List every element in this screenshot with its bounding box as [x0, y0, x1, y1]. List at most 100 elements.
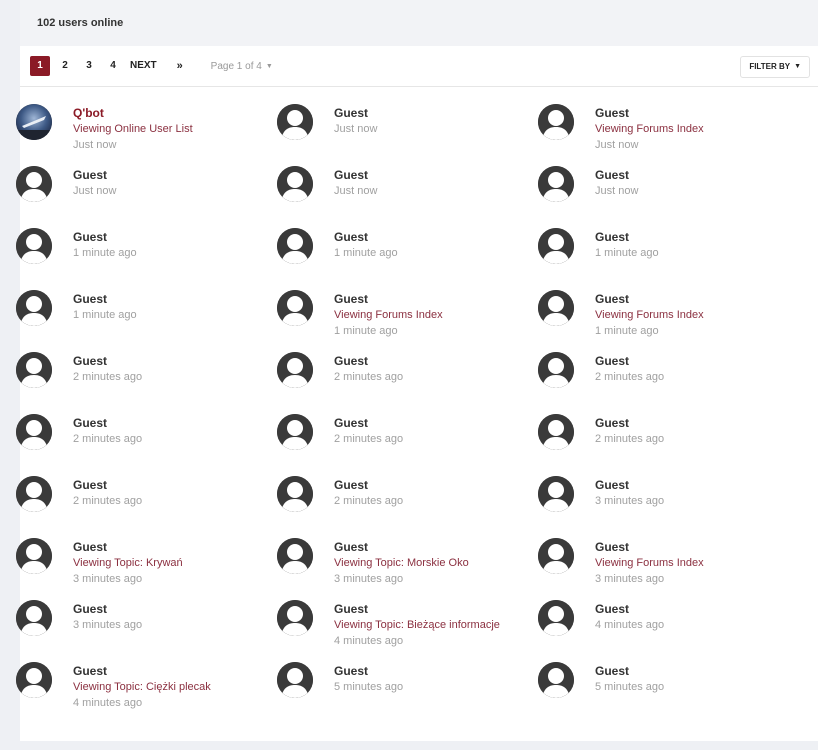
- user-activity-link[interactable]: Viewing Topic: Bieżące informacje: [334, 617, 500, 633]
- user-activity-link[interactable]: Viewing Forums Index: [595, 555, 704, 571]
- guest-avatar-icon[interactable]: [16, 538, 52, 574]
- guest-avatar-icon[interactable]: [277, 290, 313, 326]
- bot-avatar[interactable]: [16, 104, 52, 140]
- last-active-time: Just now: [73, 185, 117, 197]
- user-card: Guest Viewing Forums Index 1 minute ago: [277, 288, 538, 350]
- user-card: Guest Just now: [277, 164, 538, 226]
- user-name-link[interactable]: Guest: [334, 291, 443, 307]
- user-name-link[interactable]: Guest: [73, 415, 142, 431]
- guest-avatar-icon[interactable]: [538, 662, 574, 698]
- user-name-link[interactable]: Guest: [73, 477, 142, 493]
- user-name-link[interactable]: Guest: [595, 229, 659, 245]
- user-card: Guest Just now: [16, 164, 277, 226]
- guest-avatar-icon[interactable]: [538, 600, 574, 636]
- user-name-link[interactable]: Guest: [334, 663, 403, 679]
- page-2-button[interactable]: 2: [56, 56, 74, 76]
- user-name-link[interactable]: Guest: [334, 167, 377, 183]
- guest-avatar-icon[interactable]: [277, 166, 313, 202]
- page-1-button[interactable]: 1: [30, 56, 50, 76]
- user-name-link[interactable]: Guest: [73, 353, 142, 369]
- user-meta: Guest Viewing Topic: Bieżące informacje 4 …: [334, 598, 500, 649]
- user-card: Guest 5 minutes ago: [277, 660, 538, 722]
- last-active-time: 1 minute ago: [595, 325, 659, 337]
- user-card: Guest Viewing Topic: Krywań 3 minutes ago: [16, 536, 277, 598]
- guest-avatar-icon[interactable]: [538, 414, 574, 450]
- guest-avatar-icon[interactable]: [538, 228, 574, 264]
- filter-by-button[interactable]: FILTER BY ▼: [740, 56, 810, 78]
- user-name-link[interactable]: Guest: [595, 415, 664, 431]
- last-active-time: 1 minute ago: [73, 309, 137, 321]
- guest-avatar-icon[interactable]: [16, 662, 52, 698]
- user-name-link[interactable]: Guest: [334, 415, 403, 431]
- user-name-link[interactable]: Q'bot: [73, 105, 193, 121]
- guest-avatar-icon[interactable]: [277, 600, 313, 636]
- user-name-link[interactable]: Guest: [334, 229, 398, 245]
- guest-avatar-icon[interactable]: [16, 166, 52, 202]
- guest-avatar-icon[interactable]: [277, 228, 313, 264]
- user-activity-link[interactable]: Viewing Online User List: [73, 121, 193, 137]
- user-name-link[interactable]: Guest: [334, 539, 469, 555]
- guest-avatar-icon[interactable]: [277, 352, 313, 388]
- user-name-link[interactable]: Guest: [73, 539, 183, 555]
- last-active-time: 2 minutes ago: [334, 371, 404, 383]
- guest-avatar-icon[interactable]: [16, 414, 52, 450]
- guest-avatar-icon[interactable]: [538, 166, 574, 202]
- user-meta: Guest 5 minutes ago: [595, 660, 664, 695]
- user-activity-link[interactable]: Viewing Topic: Morskie Oko: [334, 555, 469, 571]
- user-activity-link[interactable]: Viewing Topic: Krywań: [73, 555, 183, 571]
- guest-avatar-icon[interactable]: [16, 352, 52, 388]
- user-name-link[interactable]: Guest: [595, 601, 664, 617]
- last-active-time: 5 minutes ago: [334, 681, 404, 693]
- guest-avatar-icon[interactable]: [277, 104, 313, 140]
- user-meta: Guest 2 minutes ago: [595, 412, 664, 447]
- user-card: Guest 2 minutes ago: [277, 474, 538, 536]
- guest-avatar-icon[interactable]: [16, 290, 52, 326]
- user-name-link[interactable]: Guest: [334, 601, 500, 617]
- user-name-link[interactable]: Guest: [595, 477, 664, 493]
- guest-avatar-icon[interactable]: [538, 352, 574, 388]
- user-list: Q'bot Viewing Online User List Just now Gue…: [16, 102, 799, 722]
- user-name-link[interactable]: Guest: [334, 477, 403, 493]
- page-4-button[interactable]: 4: [104, 56, 122, 76]
- page-3-button[interactable]: 3: [80, 56, 98, 76]
- guest-avatar-icon[interactable]: [277, 476, 313, 512]
- user-name-link[interactable]: Guest: [334, 105, 377, 121]
- last-active-time: 3 minutes ago: [73, 573, 143, 585]
- user-card: Guest 1 minute ago: [277, 226, 538, 288]
- user-activity-link[interactable]: Viewing Forums Index: [595, 307, 704, 323]
- last-active-time: 1 minute ago: [334, 247, 398, 259]
- guest-avatar-icon[interactable]: [277, 662, 313, 698]
- last-page-button[interactable]: »: [171, 56, 189, 76]
- user-activity-link[interactable]: Viewing Topic: Ciężki plecak: [73, 679, 211, 695]
- user-name-link[interactable]: Guest: [595, 539, 704, 555]
- user-activity-link[interactable]: Viewing Forums Index: [595, 121, 704, 137]
- user-name-link[interactable]: Guest: [595, 663, 664, 679]
- user-name-link[interactable]: Guest: [595, 167, 638, 183]
- user-name-link[interactable]: Guest: [73, 601, 142, 617]
- user-name-link[interactable]: Guest: [595, 353, 664, 369]
- guest-avatar-icon[interactable]: [16, 600, 52, 636]
- guest-avatar-icon[interactable]: [16, 228, 52, 264]
- user-activity-link[interactable]: Viewing Forums Index: [334, 307, 443, 323]
- last-active-time: 2 minutes ago: [73, 371, 143, 383]
- guest-avatar-icon[interactable]: [538, 538, 574, 574]
- user-name-link[interactable]: Guest: [73, 229, 137, 245]
- guest-avatar-icon[interactable]: [538, 476, 574, 512]
- user-name-link[interactable]: Guest: [73, 291, 137, 307]
- user-meta: Guest 3 minutes ago: [595, 474, 664, 509]
- user-name-link[interactable]: Guest: [334, 353, 403, 369]
- user-card: Guest 2 minutes ago: [16, 474, 277, 536]
- guest-avatar-icon[interactable]: [538, 104, 574, 140]
- user-meta: Guest 5 minutes ago: [334, 660, 403, 695]
- guest-avatar-icon[interactable]: [16, 476, 52, 512]
- user-meta: Guest Viewing Forums Index Just now: [595, 102, 704, 153]
- guest-avatar-icon[interactable]: [538, 290, 574, 326]
- next-page-button[interactable]: NEXT: [130, 56, 157, 76]
- guest-avatar-icon[interactable]: [277, 538, 313, 574]
- guest-avatar-icon[interactable]: [277, 414, 313, 450]
- user-name-link[interactable]: Guest: [73, 167, 116, 183]
- user-name-link[interactable]: Guest: [595, 291, 704, 307]
- user-name-link[interactable]: Guest: [73, 663, 211, 679]
- user-name-link[interactable]: Guest: [595, 105, 704, 121]
- page-jump-dropdown[interactable]: Page 1 of 4 ▼: [211, 61, 273, 72]
